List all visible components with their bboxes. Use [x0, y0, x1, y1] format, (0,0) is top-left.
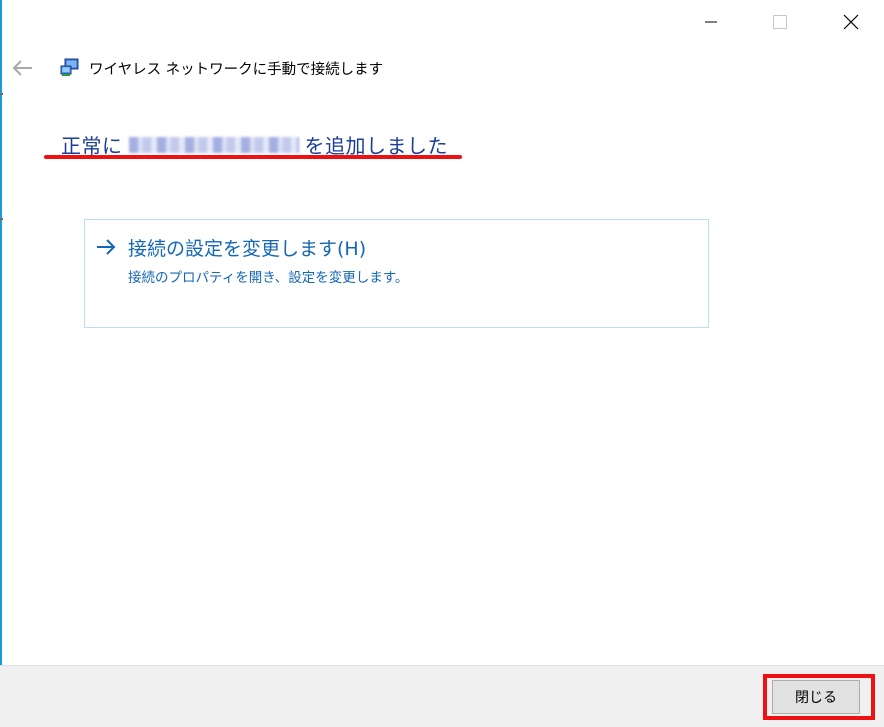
page-title: ワイヤレス ネットワークに手動で接続します — [89, 62, 384, 78]
back-button[interactable] — [10, 56, 36, 80]
window-edge — [0, 0, 2, 726]
maximize-button[interactable] — [757, 0, 803, 44]
arrow-right-icon — [97, 239, 116, 255]
close-window-button[interactable] — [828, 0, 874, 44]
minimize-icon — [705, 21, 717, 23]
maximize-icon — [773, 15, 787, 29]
close-icon — [843, 14, 859, 30]
edge-mark — [0, 218, 3, 220]
edge-mark — [0, 93, 3, 95]
close-button-highlight — [763, 674, 875, 720]
change-settings-description: 接続のプロパティを開き、設定を変更します。 — [128, 270, 409, 286]
change-settings-link[interactable]: 接続の設定を変更します(H) 接続のプロパティを開き、設定を変更します。 — [84, 219, 709, 328]
footer-bar — [0, 665, 884, 727]
change-settings-title: 接続の設定を変更します(H) — [128, 238, 367, 260]
back-arrow-icon — [12, 60, 32, 76]
minimize-button[interactable] — [688, 0, 734, 44]
highlight-underline — [44, 155, 462, 159]
network-icon — [60, 58, 79, 76]
network-name-redacted — [128, 136, 299, 153]
